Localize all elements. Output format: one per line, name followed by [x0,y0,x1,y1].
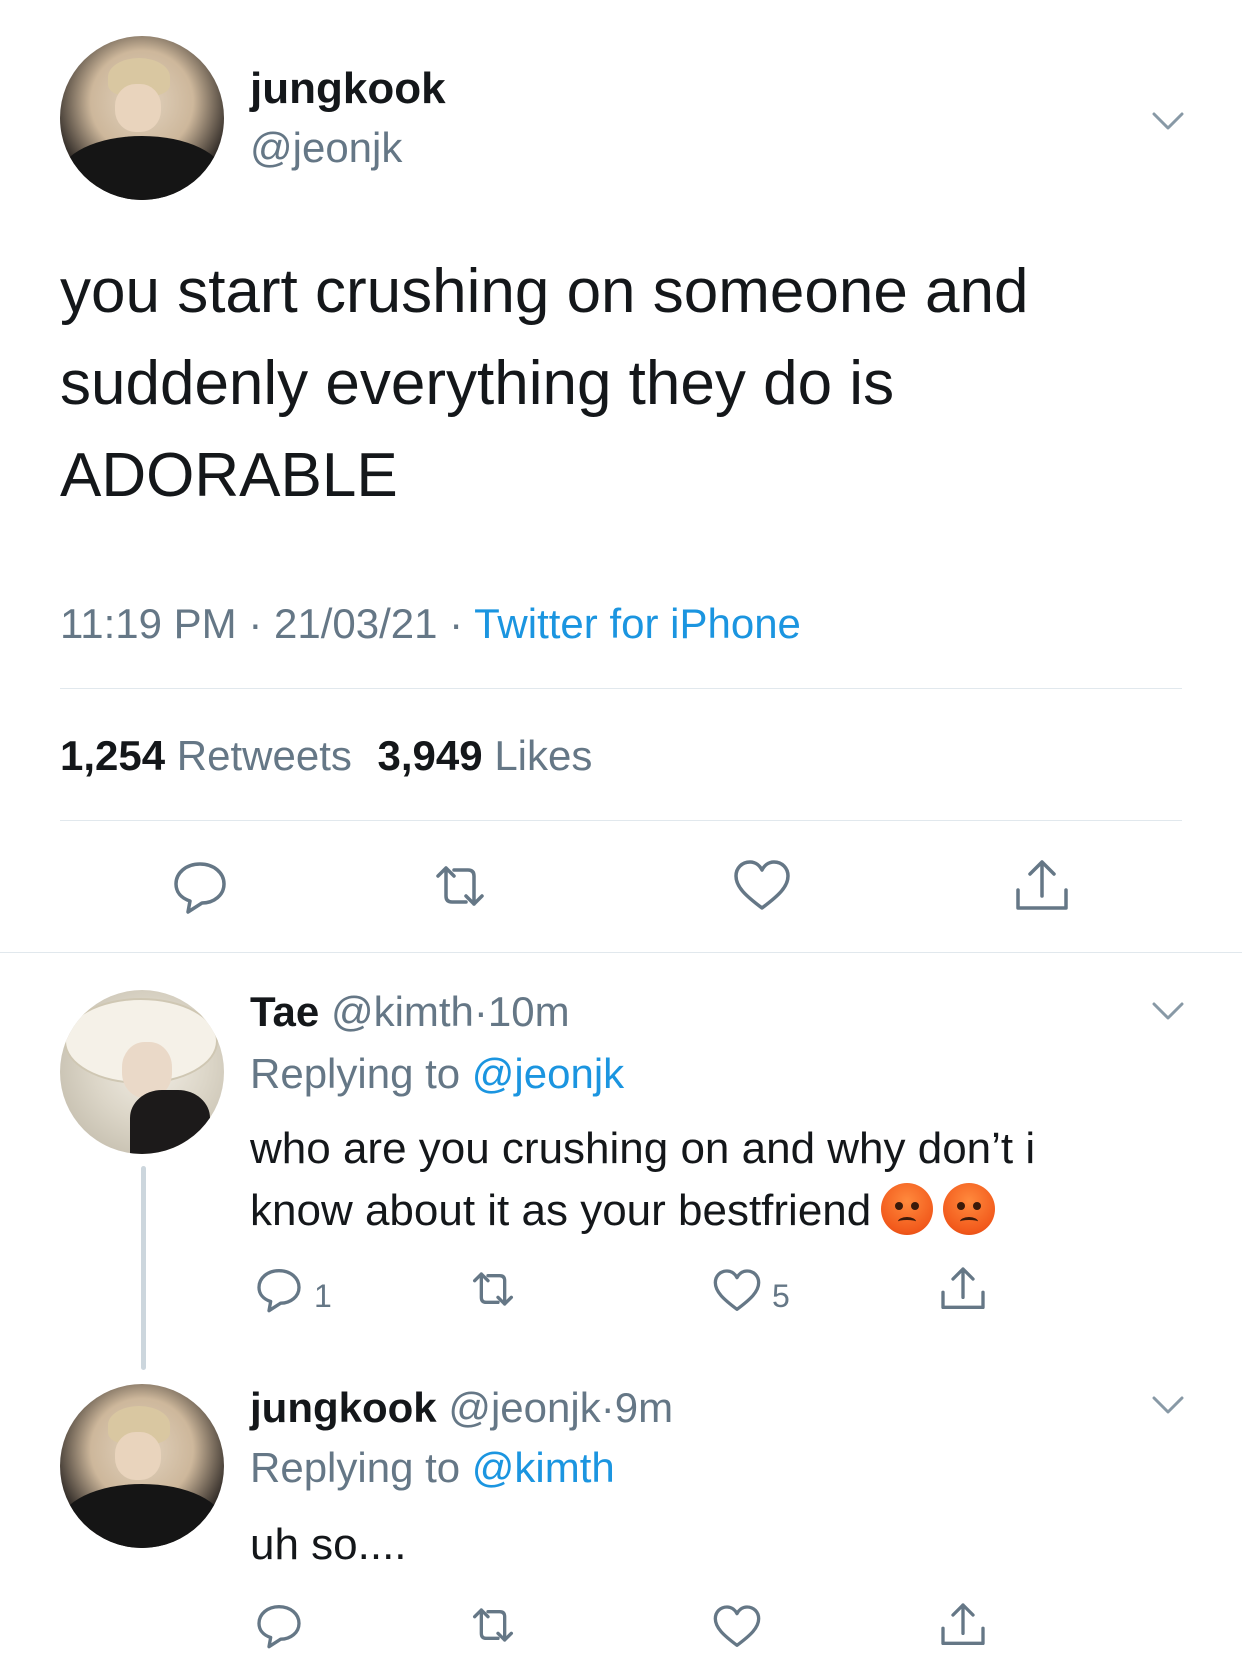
replying-to: Replying to @jeonjk [250,1050,624,1098]
share-icon[interactable] [938,1264,988,1314]
likes-count: 3,949 [377,732,483,779]
reply-icon[interactable] [254,1600,304,1650]
tweet-source-link[interactable]: Twitter for iPhone [474,600,801,647]
reply-icon[interactable] [254,1264,304,1314]
likes-label: Likes [494,732,593,779]
chevron-down-icon[interactable] [1148,1384,1188,1424]
retweet-icon[interactable] [468,1264,518,1314]
tweet-text: you start crushing on someone and sudden… [60,246,1200,522]
chevron-down-icon[interactable] [1148,990,1188,1030]
likes-stat[interactable]: 3,949 Likes [378,732,593,779]
replying-to-handle[interactable]: @kimth [472,1444,615,1491]
reply-count: 1 [314,1278,332,1314]
angry-face-emoji [881,1183,934,1235]
tweet-text-line: ADORABLE [60,441,398,510]
separator-dot: · [473,988,488,1035]
section-divider [0,952,1242,953]
chevron-down-icon[interactable] [1148,100,1188,140]
avatar-face [115,84,161,132]
angry-face-emoji [943,1183,996,1235]
avatar-body [60,1484,224,1548]
author-name[interactable]: jungkook [250,64,446,114]
replying-to-handle[interactable]: @jeonjk [472,1050,624,1097]
engagement-stats: 1,254 Retweets 3,949 Likes [60,732,592,780]
author-avatar[interactable] [60,36,224,200]
divider [60,820,1182,821]
reply-time: 10m [487,988,570,1035]
reply-author-name[interactable]: Tae [250,988,319,1035]
avatar-body [130,1090,210,1154]
replying-to-label: Replying to [250,1050,461,1097]
replying-to: Replying to @kimth [250,1444,615,1492]
tweet-text-line: suddenly everything they do is [60,349,895,418]
reply-time: 9m [614,1384,674,1431]
tweet-date: 21/03/21 [274,600,438,647]
retweet-icon[interactable] [430,856,490,916]
retweet-icon[interactable] [468,1600,518,1650]
reply-icon[interactable] [170,856,230,916]
reply-author-handle[interactable]: @jeonjk [448,1384,600,1431]
retweets-label: Retweets [176,732,352,779]
reply-avatar[interactable] [60,1384,224,1548]
separator-dot: · [600,1384,615,1431]
like-icon[interactable] [712,1266,762,1316]
avatar-face [115,1432,161,1480]
divider [60,688,1182,689]
author-handle[interactable]: @jeonjk [250,124,402,172]
avatar-body [60,136,224,200]
reply-text-line-with-emoji: know about it as your bestfriend [250,1180,1190,1242]
tweet-time: 11:19 PM [60,600,237,647]
retweets-stat[interactable]: 1,254 Retweets [60,732,364,779]
reply-author-handle[interactable]: @kimth [331,988,474,1035]
reply-text-line: know about it as your bestfriend [250,1186,872,1235]
reply-text: who are you crushing on and why don’t i … [250,1118,1190,1242]
like-icon[interactable] [712,1602,762,1652]
reply-header: jungkook @jeonjk·9m [250,1384,673,1432]
reply-text-line: who are you crushing on and why don’t i [250,1124,1036,1173]
replying-to-label: Replying to [250,1444,461,1491]
reply-header: Tae @kimth·10m [250,988,570,1036]
reply-text: uh so.... [250,1520,407,1569]
reply-author-name[interactable]: jungkook [250,1384,437,1431]
reply-avatar[interactable] [60,990,224,1154]
like-icon[interactable] [732,856,792,916]
like-count: 5 [772,1278,790,1314]
share-icon[interactable] [1012,856,1072,916]
retweets-count: 1,254 [60,732,166,779]
share-icon[interactable] [938,1600,988,1650]
thread-line [141,1166,146,1370]
tweet-text-line: you start crushing on someone and [60,257,1029,326]
tweet-timestamp-row: 11:19 PM · 21/03/21 · Twitter for iPhone [60,600,801,648]
separator-dot: · [449,600,464,647]
separator-dot: · [248,600,263,647]
